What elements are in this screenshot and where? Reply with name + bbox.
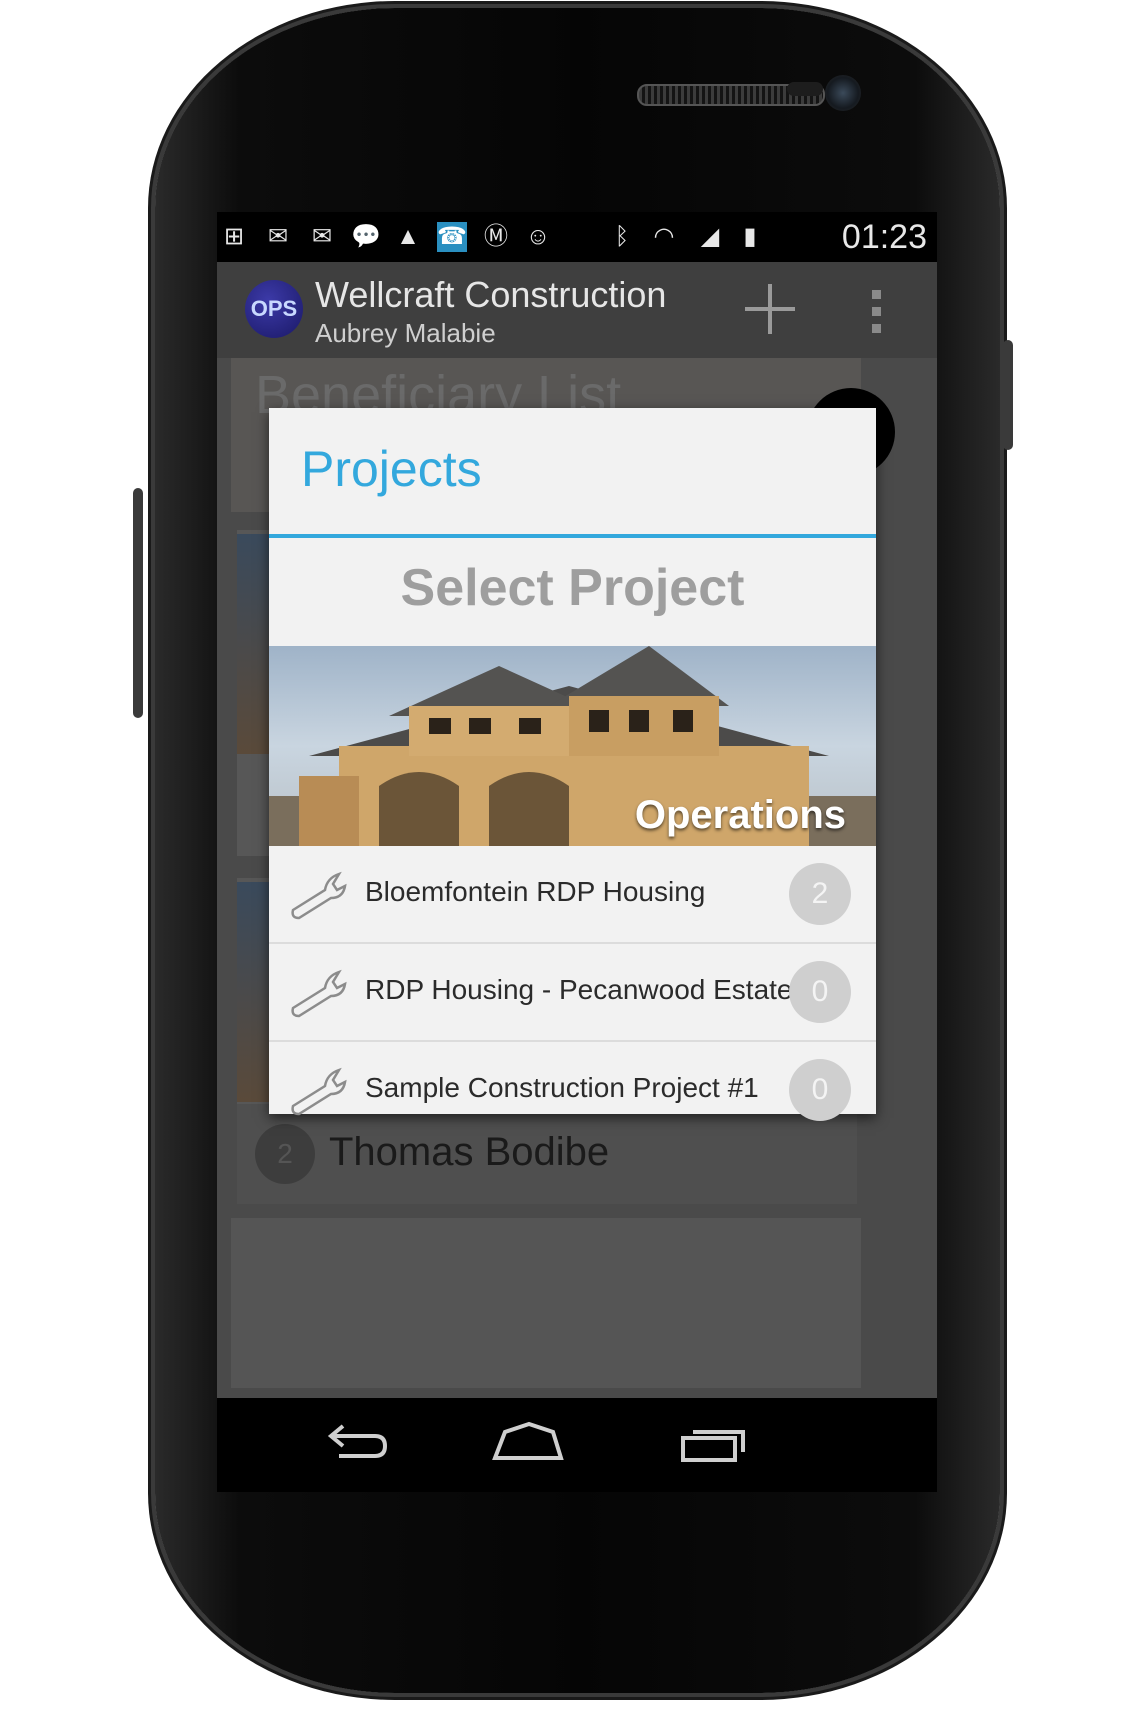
project-list: Bloemfontein RDP Housing 2 RDP Housing -… xyxy=(269,846,876,1138)
proximity-sensor xyxy=(787,82,823,96)
front-camera xyxy=(825,75,861,111)
motorola-icon: Ⓜ xyxy=(484,223,508,250)
project-count-badge: 0 xyxy=(789,961,851,1023)
app-subtitle: Aubrey Malabie xyxy=(315,318,496,348)
project-name: Sample Construction Project #1 xyxy=(365,1072,759,1103)
home-icon[interactable] xyxy=(489,1418,569,1472)
project-count-badge: 0 xyxy=(789,1059,851,1121)
project-count-badge: 2 xyxy=(789,863,851,925)
status-time: 01:23 xyxy=(841,218,927,256)
project-name: Bloemfontein RDP Housing xyxy=(365,876,706,907)
chat-icon: 💬 xyxy=(351,223,381,250)
app-logo[interactable]: OPS xyxy=(245,280,303,338)
volume-button xyxy=(133,488,143,718)
dialog-title-divider xyxy=(269,534,876,538)
messaging-icon: ☺ xyxy=(525,223,551,250)
recent-apps-icon[interactable] xyxy=(673,1418,753,1472)
a-icon: ▲ xyxy=(396,223,420,250)
back-icon[interactable] xyxy=(313,1418,393,1472)
empty-card xyxy=(231,1218,861,1388)
bluetooth-icon: ᛒ xyxy=(614,223,630,250)
gmail-icon: ✉ xyxy=(267,223,289,250)
project-name: RDP Housing - Pecanwood Estate xyxy=(365,974,793,1005)
wifi-icon: ◠ xyxy=(653,223,675,250)
banner-label: Operations xyxy=(634,793,846,837)
projects-dialog: Projects Select Project Operations Bloem… xyxy=(269,408,876,1121)
screen: ⊞ ✉ ✉ 💬 ▲ ☎ Ⓜ ☺ ᛒ ◠ ◢ ▮ 01:23 OPS Wellcr… xyxy=(217,212,937,1492)
plus-box-icon: ⊞ xyxy=(223,223,245,250)
app-title: Wellcraft Construction xyxy=(315,274,667,315)
gmail-icon: ✉ xyxy=(311,223,333,250)
add-icon[interactable] xyxy=(745,284,795,334)
action-bar: OPS Wellcraft Construction Aubrey Malabi… xyxy=(217,262,937,358)
overflow-menu-icon[interactable] xyxy=(872,290,882,334)
operations-banner: Operations xyxy=(269,646,876,846)
status-bar: ⊞ ✉ ✉ 💬 ▲ ☎ Ⓜ ☺ ᛒ ◠ ◢ ▮ 01:23 xyxy=(217,212,937,262)
power-button xyxy=(1003,340,1013,450)
select-project-heading: Select Project xyxy=(400,559,745,617)
project-row[interactable]: Bloemfontein RDP Housing 2 xyxy=(269,846,876,944)
signal-icon: ◢ xyxy=(700,223,720,250)
wrench-icon xyxy=(291,1067,347,1116)
dialog-title: Projects xyxy=(301,441,482,497)
navigation-bar xyxy=(217,1398,937,1492)
battery-icon: ▮ xyxy=(743,223,757,250)
missed-call-icon: ☎ xyxy=(437,222,467,252)
project-row[interactable]: Sample Construction Project #1 0 xyxy=(269,1042,876,1138)
project-row[interactable]: RDP Housing - Pecanwood Estate 0 xyxy=(269,944,876,1042)
wrench-icon xyxy=(291,969,347,1018)
wrench-icon xyxy=(291,871,347,920)
